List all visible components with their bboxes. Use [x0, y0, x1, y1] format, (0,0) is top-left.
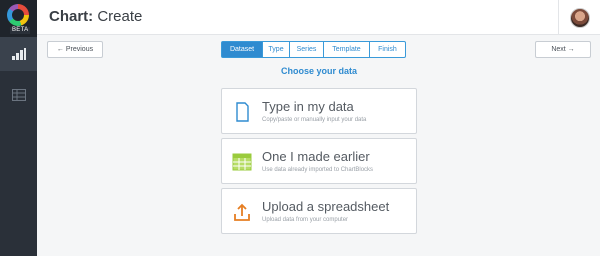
tab-finish[interactable]: Finish — [370, 41, 406, 58]
option-title: One I made earlier — [262, 149, 370, 164]
tab-type[interactable]: Type — [263, 41, 290, 58]
tab-dataset[interactable]: Dataset — [221, 41, 263, 58]
upload-icon — [234, 203, 250, 221]
option-made-earlier[interactable]: One I made earlier Use data already impo… — [221, 138, 417, 184]
option-title: Upload a spreadsheet — [262, 199, 390, 214]
option-subtitle: Copy/paste or manually input your data — [262, 117, 367, 123]
sidebar-item-data[interactable] — [0, 78, 37, 112]
tab-series[interactable]: Series — [290, 41, 324, 58]
page-title: Chart: Create — [49, 8, 142, 25]
previous-button[interactable]: ← Previous — [47, 41, 103, 58]
section-heading: Choose your data — [280, 66, 357, 76]
beta-badge: BETA — [10, 27, 31, 34]
option-type-in-data[interactable]: Type in my data Copy/paste or manually i… — [221, 88, 417, 134]
app-logo[interactable]: BETA — [0, 0, 37, 37]
sidebar: BETA — [0, 0, 37, 256]
option-title: Type in my data — [262, 99, 354, 114]
user-menu[interactable] — [558, 0, 600, 35]
avatar[interactable] — [569, 7, 590, 28]
logo-icon — [7, 4, 29, 26]
top-bar: Chart: Create — [37, 0, 600, 35]
sidebar-item-charts[interactable] — [0, 37, 37, 71]
bar-chart-icon — [11, 48, 26, 60]
page-title-rest: Create — [97, 8, 143, 25]
option-upload-spreadsheet[interactable]: Upload a spreadsheet Upload data from yo… — [221, 188, 417, 234]
table-icon — [11, 89, 26, 101]
document-icon — [236, 102, 249, 122]
tab-template[interactable]: Template — [324, 41, 370, 58]
page-title-bold: Chart: — [49, 8, 94, 25]
option-subtitle: Upload data from your computer — [262, 217, 349, 223]
next-button[interactable]: Next → — [535, 41, 591, 58]
option-subtitle: Use data already imported to ChartBlocks — [262, 167, 374, 173]
wizard-steps: Dataset Type Series Template Finish — [221, 41, 406, 58]
table-icon — [232, 153, 252, 171]
